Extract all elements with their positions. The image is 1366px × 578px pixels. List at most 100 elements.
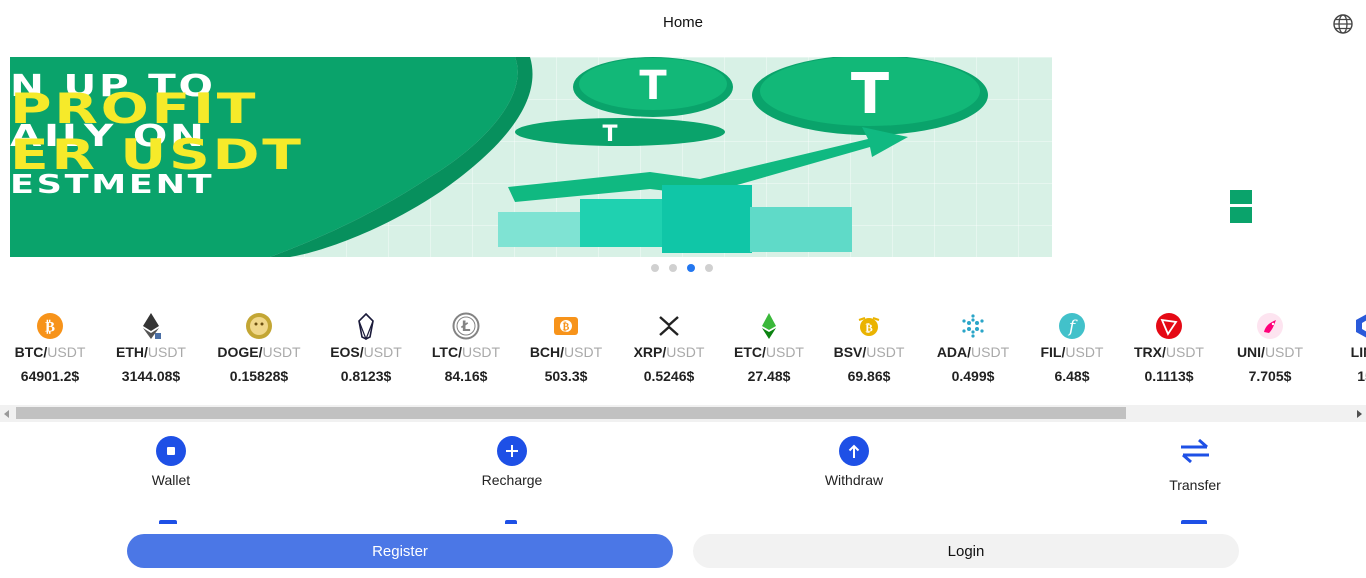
carousel-dots xyxy=(651,264,713,272)
svg-text:T: T xyxy=(851,62,889,127)
coin-price: 0.15828$ xyxy=(229,368,289,384)
coin-symbol: LINK xyxy=(1350,344,1366,360)
wallet-icon xyxy=(156,436,186,466)
coin-item-xrp[interactable]: XRP/USDT 0.5246$ xyxy=(614,310,724,384)
recharge-label: Recharge xyxy=(481,472,543,488)
svg-text:T: T xyxy=(602,122,617,147)
coin-quote: USDT xyxy=(47,344,86,360)
coin-item-etc[interactable]: ETC/USDT 27.48$ xyxy=(714,310,824,384)
next-slide-peek xyxy=(1230,190,1252,223)
svg-text:₿: ₿ xyxy=(865,322,873,335)
coin-pair: LTC/USDT xyxy=(411,344,521,360)
coin-price: 27.48$ xyxy=(747,368,791,384)
market-ticker: ₿ BTC/USDT 64901.2$ ETH/USDT 3144.08$ DO… xyxy=(0,310,1366,402)
coin-price: 3144.08$ xyxy=(121,368,181,384)
carousel-dot[interactable] xyxy=(705,264,713,272)
chainlink-icon xyxy=(1356,314,1366,338)
coin-quote: USDT xyxy=(1065,344,1104,360)
coin-symbol: LTC/ xyxy=(431,344,462,360)
coin-item-doge[interactable]: DOGE/USDT 0.15828$ xyxy=(204,310,314,384)
coin-item-eth[interactable]: ETH/USDT 3144.08$ xyxy=(96,310,206,384)
coin-price: 6.48$ xyxy=(1054,368,1090,384)
coin-symbol: UNI/ xyxy=(1236,344,1265,360)
globe-icon[interactable] xyxy=(1332,13,1354,35)
coin-symbol: EOS/ xyxy=(330,344,364,360)
wallet-button[interactable]: Wallet xyxy=(101,436,241,488)
coin-price: 0.1113$ xyxy=(1144,368,1194,384)
plus-icon xyxy=(497,436,527,466)
coin-pair: TRX/USDT xyxy=(1114,344,1224,360)
coin-item-uni[interactable]: UNI/USDT 7.705$ xyxy=(1215,310,1325,384)
filecoin-icon: f xyxy=(1059,313,1085,339)
coin-symbol: XRP/ xyxy=(633,344,667,360)
coin-item-btc[interactable]: ₿ BTC/USDT 64901.2$ xyxy=(0,310,105,384)
register-button[interactable]: Register xyxy=(127,534,673,568)
coin-quote: USDT xyxy=(564,344,603,360)
litecoin-icon: Ł xyxy=(452,312,480,340)
scroll-left-arrow[interactable] xyxy=(4,410,9,418)
coin-item-fil[interactable]: f FIL/USDT 6.48$ xyxy=(1017,310,1127,384)
coin-symbol: BCH/ xyxy=(529,344,565,360)
coin-price: 84.16$ xyxy=(444,368,488,384)
transfer-label: Transfer xyxy=(1169,477,1221,493)
coin-pair: BSV/USDT xyxy=(814,344,924,360)
scrollbar-thumb[interactable] xyxy=(16,407,1126,419)
promo-banner[interactable]: T T T N UP TO PROFIT AILY ON ER USDT EST… xyxy=(10,57,1052,257)
coin-pair: XRP/USDT xyxy=(614,344,724,360)
coin-quote: USDT xyxy=(363,344,402,360)
coin-symbol: ETC/ xyxy=(733,344,766,360)
coin-pair: LINK xyxy=(1312,344,1366,360)
coin-item-eos[interactable]: EOS/USDT 0.8123$ xyxy=(311,310,421,384)
coin-pair: UNI/USDT xyxy=(1215,344,1325,360)
coin-symbol: TRX/ xyxy=(1133,344,1166,360)
uniswap-icon xyxy=(1257,313,1283,339)
transfer-button[interactable]: Transfer xyxy=(1125,436,1265,493)
coin-item-ltc[interactable]: Ł LTC/USDT 84.16$ xyxy=(411,310,521,384)
coin-item-bsv[interactable]: ₿ BSV/USDT 69.86$ xyxy=(814,310,924,384)
svg-text:T: T xyxy=(639,63,667,109)
coin-quote: USDT xyxy=(765,344,804,360)
coin-pair: BTC/USDT xyxy=(0,344,105,360)
carousel-dot[interactable] xyxy=(669,264,677,272)
coin-symbol: ETH/ xyxy=(115,344,148,360)
ethereum-classic-icon xyxy=(762,313,776,339)
coin-quote: USDT xyxy=(262,344,301,360)
coin-price: 7.705$ xyxy=(1248,368,1292,384)
coin-price: 0.8123$ xyxy=(340,368,392,384)
ticker-scrollbar[interactable] xyxy=(0,405,1366,422)
arrow-up-icon xyxy=(839,436,869,466)
recharge-button[interactable]: Recharge xyxy=(442,436,582,488)
coin-price: 69.86$ xyxy=(847,368,891,384)
coin-quote: USDT xyxy=(461,344,501,360)
coin-item-link[interactable]: LINK 15. xyxy=(1312,310,1366,384)
carousel-dot[interactable] xyxy=(651,264,659,272)
withdraw-button[interactable]: Withdraw xyxy=(784,436,924,488)
coin-item-bch[interactable]: ₿ BCH/USDT 503.3$ xyxy=(511,310,621,384)
svg-text:₿: ₿ xyxy=(563,321,570,333)
coin-pair: BCH/USDT xyxy=(511,344,621,360)
coin-item-ada[interactable]: ADA/USDT 0.499$ xyxy=(918,310,1028,384)
coin-quote: USDT xyxy=(971,344,1010,360)
coin-pair: DOGE/USDT xyxy=(204,344,314,360)
coin-symbol: BTC/ xyxy=(14,344,48,360)
bitcoin-icon: ₿ xyxy=(37,313,63,339)
coin-price: 0.499$ xyxy=(951,368,995,384)
eos-icon xyxy=(358,312,374,340)
login-button[interactable]: Login xyxy=(693,534,1239,568)
bitcoin-sv-icon: ₿ xyxy=(858,317,880,336)
banner-line-5: ESTMENT xyxy=(10,170,215,200)
next-row-peek xyxy=(0,520,1366,528)
dogecoin-icon xyxy=(246,313,272,339)
wallet-label: Wallet xyxy=(151,472,191,488)
coin-pair: ADA/USDT xyxy=(918,344,1028,360)
coin-item-trx[interactable]: TRX/USDT 0.1113$ xyxy=(1114,310,1224,384)
withdraw-label: Withdraw xyxy=(824,472,884,488)
coin-symbol: FIL/ xyxy=(1040,344,1066,360)
coin-pair: FIL/USDT xyxy=(1017,344,1127,360)
carousel-dot-active[interactable] xyxy=(687,264,695,272)
transfer-icon xyxy=(1181,438,1209,464)
scroll-right-arrow[interactable] xyxy=(1357,410,1362,418)
coin-quote: USDT xyxy=(866,344,905,360)
coin-price: 503.3$ xyxy=(544,368,588,384)
bitcoin-cash-icon: ₿ xyxy=(554,317,578,335)
